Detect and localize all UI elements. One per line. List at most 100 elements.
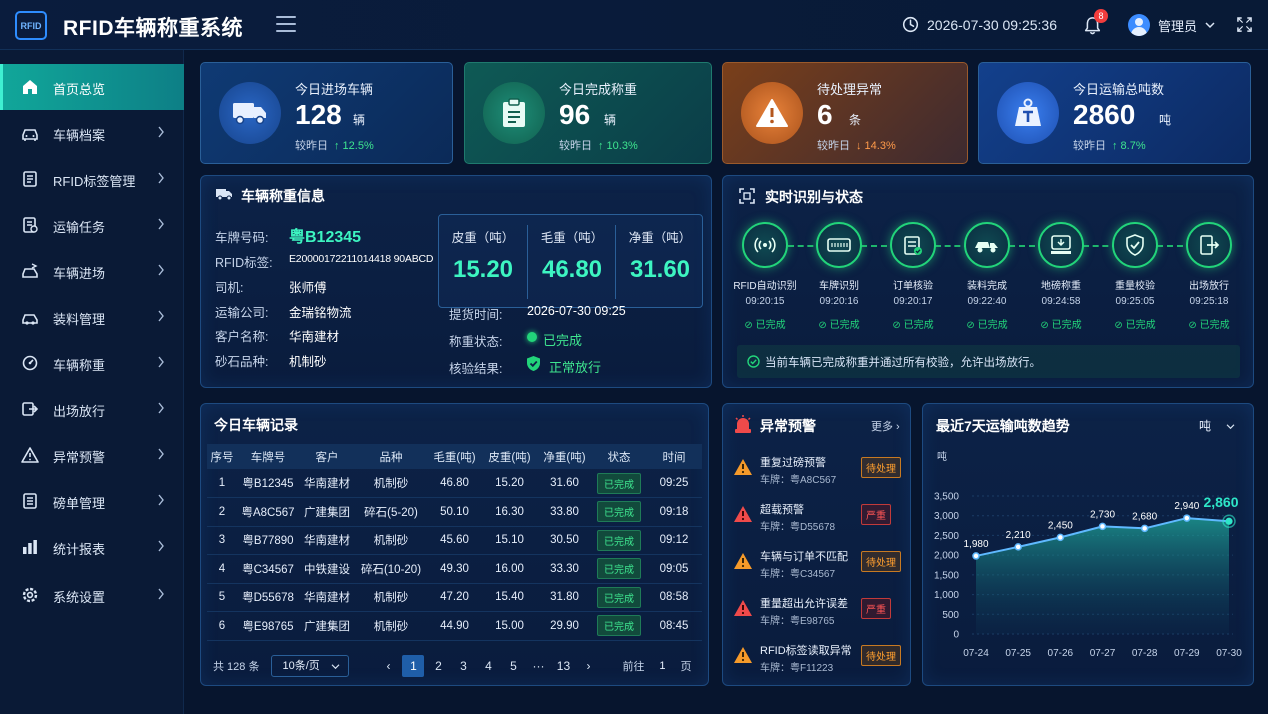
unit-select[interactable]: 吨 bbox=[1199, 417, 1235, 434]
cell-time: 09:25 bbox=[646, 469, 702, 498]
x-tick-label: 07-29 bbox=[1174, 648, 1200, 659]
table-row[interactable]: 3 粤B77890 华南建材 机制砂 45.60 15.10 30.50 已完成… bbox=[207, 526, 702, 555]
page-ellipsis[interactable]: ··· bbox=[527, 655, 549, 677]
chevron-right-icon bbox=[158, 448, 164, 460]
cell-gross: 46.80 bbox=[427, 469, 482, 498]
page-size-select[interactable]: 10条/页 bbox=[271, 655, 350, 677]
plate-icon bbox=[816, 222, 862, 268]
step-order-check[interactable]: 订单核验 09:20:17 ⊘ 已完成 bbox=[877, 222, 949, 331]
scan-icon bbox=[739, 188, 755, 204]
cell-index: 4 bbox=[207, 554, 237, 584]
rfid-logo-icon: RFID bbox=[15, 11, 47, 40]
chevron-down-icon bbox=[1205, 22, 1215, 29]
table-row[interactable]: 2 粤A8C567 广建集团 碎石(5-20) 50.10 16.30 33.8… bbox=[207, 497, 702, 527]
cell-plate: 粤A8C567 bbox=[237, 497, 299, 527]
check-value: 正常放行 bbox=[549, 360, 602, 375]
sidebar-item-vehicle-weighing[interactable]: 车辆称重 bbox=[0, 340, 184, 386]
warning-icon bbox=[734, 459, 752, 475]
menu-toggle-icon[interactable] bbox=[276, 16, 296, 34]
sidebar-item-tickets[interactable]: 磅单管理 bbox=[0, 478, 184, 524]
user-menu[interactable]: 管理员 bbox=[1128, 14, 1215, 36]
alert-item[interactable]: 重复过磅预警 车牌：粤A8C567 待处理 bbox=[733, 452, 903, 490]
sidebar-item-label: 磅单管理 bbox=[53, 496, 106, 511]
prev-page-button[interactable]: ‹ bbox=[377, 655, 399, 677]
step-status: ⊘ 已完成 bbox=[892, 320, 934, 331]
notification-bell[interactable]: 8 bbox=[1084, 9, 1108, 40]
sidebar-item-vehicle-entry[interactable]: 车辆进场 bbox=[0, 248, 184, 294]
step-loading[interactable]: 装料完成 09:22:40 ⊘ 已完成 bbox=[951, 222, 1023, 331]
page-button-13[interactable]: 13 bbox=[552, 655, 574, 677]
x-tick-label: 07-26 bbox=[1048, 648, 1074, 659]
x-tick-label: 07-24 bbox=[963, 648, 989, 659]
records-panel: 今日车辆记录 序号 车牌号 客户 品种 毛重(吨) 皮重(吨) 净重(吨) 状态… bbox=[200, 403, 709, 686]
table-row[interactable]: 6 粤E98765 广建集团 机制砂 44.90 15.00 29.90 已完成… bbox=[207, 611, 702, 641]
stat-card-total-tonnage[interactable]: 今日运输总吨数 2860 吨 较昨日 ↑ 8.7% bbox=[978, 62, 1251, 164]
sidebar-item-label: 车辆进场 bbox=[53, 266, 106, 281]
sidebar-item-settings[interactable]: 系统设置 bbox=[0, 572, 184, 618]
sidebar-item-transport-tasks[interactable]: 运输任务 bbox=[0, 202, 184, 248]
step-weight-check[interactable]: 重量校验 09:25:05 ⊘ 已完成 bbox=[1099, 222, 1171, 331]
column-header: 序号 bbox=[207, 444, 237, 469]
more-link[interactable]: 更多 › bbox=[871, 418, 900, 434]
sidebar-item-reports[interactable]: 统计报表 bbox=[0, 524, 184, 570]
weight-value: 31.60 bbox=[629, 256, 691, 283]
goto-page-input[interactable]: 1 bbox=[648, 660, 676, 672]
page-button-1[interactable]: 1 bbox=[402, 655, 425, 677]
cell-time: 09:12 bbox=[646, 526, 702, 555]
cell-customer: 广建集团 bbox=[299, 611, 355, 641]
stat-compare: 较昨日 ↓ 14.3% bbox=[817, 137, 896, 153]
page-button-3[interactable]: 3 bbox=[452, 655, 474, 677]
task-icon bbox=[23, 217, 38, 233]
settings-icon bbox=[22, 587, 38, 603]
next-page-button[interactable]: › bbox=[577, 655, 599, 677]
cell-status: 已完成 bbox=[592, 469, 646, 498]
alert-title: 超载预警 bbox=[760, 504, 804, 516]
sidebar-item-exit-release[interactable]: 出场放行 bbox=[0, 386, 184, 432]
cell-plate: 粤E98765 bbox=[237, 611, 299, 641]
page-button-4[interactable]: 4 bbox=[477, 655, 499, 677]
logo-text: RFID bbox=[20, 20, 42, 31]
step-rfid[interactable]: RFID自动识别 09:20:15 ⊘ 已完成 bbox=[729, 222, 801, 331]
sidebar-item-rfid-tags[interactable]: RFID标签管理 bbox=[0, 156, 184, 202]
alert-item[interactable]: RFID标签读取异常 车牌：粤F11223 待处理 bbox=[733, 640, 903, 678]
weight-label: 净重（吨） bbox=[628, 231, 692, 245]
vehicle-weigh-panel: 车辆称重信息 车牌号码: 粤B12345 RFID标签: E2000017221… bbox=[200, 175, 712, 388]
exit-icon bbox=[22, 402, 39, 416]
warning-icon bbox=[21, 447, 39, 463]
sidebar-item-vehicle-archive[interactable]: 车辆档案 bbox=[0, 110, 184, 156]
cell-gross: 45.60 bbox=[427, 526, 482, 555]
table-row[interactable]: 1 粤B12345 华南建材 机制砂 46.80 15.20 31.60 已完成… bbox=[207, 469, 702, 498]
sidebar-item-alerts[interactable]: 异常预警 bbox=[0, 432, 184, 478]
page-button-2[interactable]: 2 bbox=[427, 655, 449, 677]
stat-card-completed-weighing[interactable]: 今日完成称重 96 辆 较昨日 ↑ 10.3% bbox=[464, 62, 712, 164]
check-label: 核验结果: bbox=[449, 362, 503, 376]
step-exit[interactable]: 出场放行 09:25:18 ⊘ 已完成 bbox=[1173, 222, 1245, 331]
stat-card-entered-vehicles[interactable]: 今日进场车辆 128 辆 较昨日 ↑ 12.5% bbox=[200, 62, 453, 164]
table-row[interactable]: 5 粤D55678 华南建材 机制砂 47.20 15.40 31.80 已完成… bbox=[207, 583, 702, 612]
alert-item[interactable]: 超载预警 车牌：粤D55678 严重 bbox=[733, 499, 903, 537]
sidebar-item-home[interactable]: 首页总览 bbox=[0, 64, 184, 110]
step-plate[interactable]: 车牌识别 09:20:16 ⊘ 已完成 bbox=[803, 222, 875, 331]
x-tick-label: 07-27 bbox=[1090, 648, 1116, 659]
alert-plate: 车牌：粤E98765 bbox=[760, 616, 835, 627]
stat-card-pending-exceptions[interactable]: 待处理异常 6 条 较昨日 ↓ 14.3% bbox=[722, 62, 968, 164]
cell-plate: 粤C34567 bbox=[237, 554, 299, 584]
page-unit: 页 bbox=[680, 661, 692, 673]
rfid-tag-value: E20000172211014418 90ABCD bbox=[289, 253, 434, 265]
table-row[interactable]: 4 粤C34567 中铁建设 碎石(10-20) 49.30 16.00 33.… bbox=[207, 554, 702, 584]
cell-tare: 15.40 bbox=[482, 583, 537, 612]
stat-value: 128 bbox=[295, 99, 342, 130]
alert-item[interactable]: 车辆与订单不匹配 车牌：粤C34567 待处理 bbox=[733, 546, 903, 584]
page-button-5[interactable]: 5 bbox=[502, 655, 524, 677]
cell-tare: 15.20 bbox=[482, 469, 537, 498]
step-scale[interactable]: 地磅称重 09:24:58 ⊘ 已完成 bbox=[1025, 222, 1097, 331]
field-label: 运输公司: bbox=[215, 306, 269, 320]
fullscreen-icon[interactable] bbox=[1237, 17, 1252, 32]
sidebar-item-loading[interactable]: 装料管理 bbox=[0, 294, 184, 340]
step-status: ⊘ 已完成 bbox=[1114, 320, 1156, 331]
alert-item[interactable]: 重量超出允许误差 车牌：粤E98765 严重 bbox=[733, 593, 903, 631]
cell-time: 08:58 bbox=[646, 583, 702, 612]
trend-panel: 最近7天运输吨数趋势 吨 吨 0 500 1,000 1,500 2,000 2,500 3,… bbox=[922, 403, 1254, 686]
column-header: 皮重(吨) bbox=[482, 444, 537, 469]
cell-index: 3 bbox=[207, 526, 237, 555]
